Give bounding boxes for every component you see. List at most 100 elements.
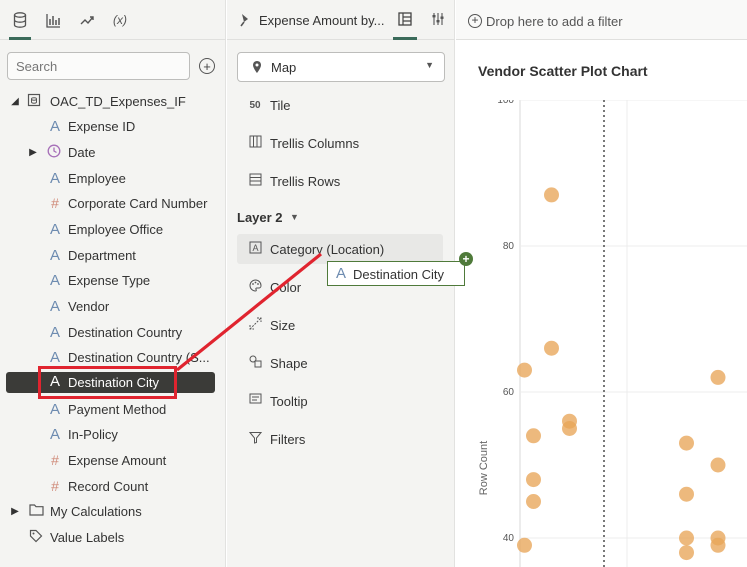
add-filter-icon[interactable]: + [468,14,482,28]
y-tick-label: 40 [503,533,515,544]
tree-item-expense-amount[interactable]: # Expense Amount [0,448,226,472]
scatter-chart[interactable]: 100 80 60 40 Row Count [456,100,747,567]
y-tick-label: 80 [503,241,515,252]
tree-item-employee-office[interactable]: A Employee Office [0,217,226,241]
data-panel: (x) Search + ◢ OAC_TD_Expenses_IF A Expe… [0,0,226,567]
scatter-point [544,187,559,203]
folder-icon [28,503,44,519]
grammar-tooltip[interactable]: Tooltip [237,388,443,414]
grammar-label: Category (Location) [270,241,385,257]
data-panel-tabbar: (x) [0,0,226,40]
tree-item-in-policy[interactable]: A In-Policy [0,422,226,446]
tree-item-my-calculations[interactable]: ▶ My Calculations [0,499,226,523]
tree-item-label: Employee [68,170,126,186]
shape-icon [247,355,263,371]
add-dataset-icon[interactable]: + [199,58,215,74]
tile-icon: 50 [249,99,261,111]
scatter-point [526,428,541,444]
tree-item-label: Corporate Card Number [68,195,208,211]
trend-icon[interactable] [76,9,98,31]
measure-icon: # [51,195,59,211]
size-icon [247,317,263,333]
grammar-label: Trellis Rows [270,173,341,189]
caret-down-icon[interactable]: ◢ [10,96,20,107]
active-tab-indicator [393,37,417,40]
viz-type-select[interactable]: Map ▼ [237,52,445,82]
measure-icon: # [51,452,59,468]
grammar-tile[interactable]: 50 Tile [237,92,443,118]
tooltip-icon [247,393,263,409]
viz-type-label: Map [271,60,297,75]
attribute-icon: A [49,425,60,443]
trellis-columns-icon [247,135,263,151]
grammar-label: Color [270,279,302,295]
tree-item-date[interactable]: ▶ Date [0,140,226,164]
filter-placeholder: Drop here to add a filter [486,14,623,29]
grammar-size[interactable]: Size [237,312,443,338]
tree-item-label: My Calculations [50,503,142,519]
grammar-trellis-columns[interactable]: Trellis Columns [237,130,443,156]
function-icon[interactable]: (x) [109,9,131,31]
category-icon: A [247,241,263,257]
chevron-down-icon[interactable]: ▼ [290,212,299,222]
tag-icon [28,529,44,546]
tree-item-vendor[interactable]: A Vendor [0,294,226,318]
tree-item-record-count[interactable]: # Record Count [0,474,226,498]
drag-chip[interactable]: A Destination City [327,261,465,286]
grammar-label: Tile [270,97,291,113]
filter-drop-zone[interactable]: + Drop here to add a filter [456,0,747,40]
scatter-point [526,494,541,509]
tree-item-employee[interactable]: A Employee [0,166,226,190]
attribute-icon: A [49,169,60,187]
y-axis-label: Row Count [478,441,490,495]
grammar-view-icon[interactable] [398,12,412,29]
grammar-trellis-rows[interactable]: Trellis Rows [237,168,443,194]
database-icon[interactable] [9,9,31,31]
attribute-icon: A [49,297,60,315]
grammar-label: Filters [270,431,306,447]
tree-item-label: Expense Type [68,272,151,288]
clock-icon [46,144,62,161]
tree-item-payment-method[interactable]: A Payment Method [0,397,226,421]
tree-item-label: Payment Method [68,401,167,417]
grammar-label: Trellis Columns [270,135,360,151]
bar-chart-icon[interactable] [42,9,64,31]
grammar-label: Size [270,317,296,333]
viz-tab-title[interactable]: Expense Amount by... [259,13,385,28]
tree-item-corporate-card-number[interactable]: # Corporate Card Number [0,191,226,215]
layer-label[interactable]: Layer 2 [237,210,283,225]
attribute-icon: A [49,117,60,135]
chevron-down-icon: ▼ [425,60,434,70]
dataset-icon [26,93,42,110]
tree-item-department[interactable]: A Department [0,243,226,267]
attribute-icon: A [49,400,60,418]
caret-right-icon[interactable]: ▶ [28,147,38,158]
tree-item-expense-type[interactable]: A Expense Type [0,268,226,292]
grammar-shape[interactable]: Shape [237,350,443,376]
scatter-point [710,369,726,385]
tree-item-expense-id[interactable]: A Expense ID [0,114,226,138]
grammar-filters[interactable]: Filters [237,426,443,452]
y-tick-label: 100 [497,100,514,106]
tree-item-label: Expense Amount [68,452,167,468]
scatter-point [710,457,726,473]
scatter-point [517,537,532,553]
tree-item-label: Value Labels [50,529,125,545]
grammar-label: Shape [270,355,308,371]
properties-icon[interactable] [431,12,445,29]
attribute-icon: A [49,348,60,366]
drop-plus-icon: + [459,252,473,266]
tree-item-dataset[interactable]: ◢ OAC_TD_Expenses_IF [0,89,226,113]
brush-icon [239,13,251,30]
caret-right-icon[interactable]: ▶ [10,506,20,517]
search-input[interactable]: Search [7,52,190,80]
trellis-rows-icon [247,173,263,189]
svg-text:A: A [252,243,258,253]
active-tab-indicator [9,37,31,40]
attribute-icon: A [49,246,60,264]
grammar-category-location-content[interactable]: A Category (Location) [237,236,443,262]
tree-item-label: Employee Office [68,221,164,237]
tree-item-value-labels[interactable]: Value Labels [0,525,226,549]
attribute-icon: A [49,323,60,341]
tree-item-destination-country[interactable]: A Destination Country [0,320,226,344]
